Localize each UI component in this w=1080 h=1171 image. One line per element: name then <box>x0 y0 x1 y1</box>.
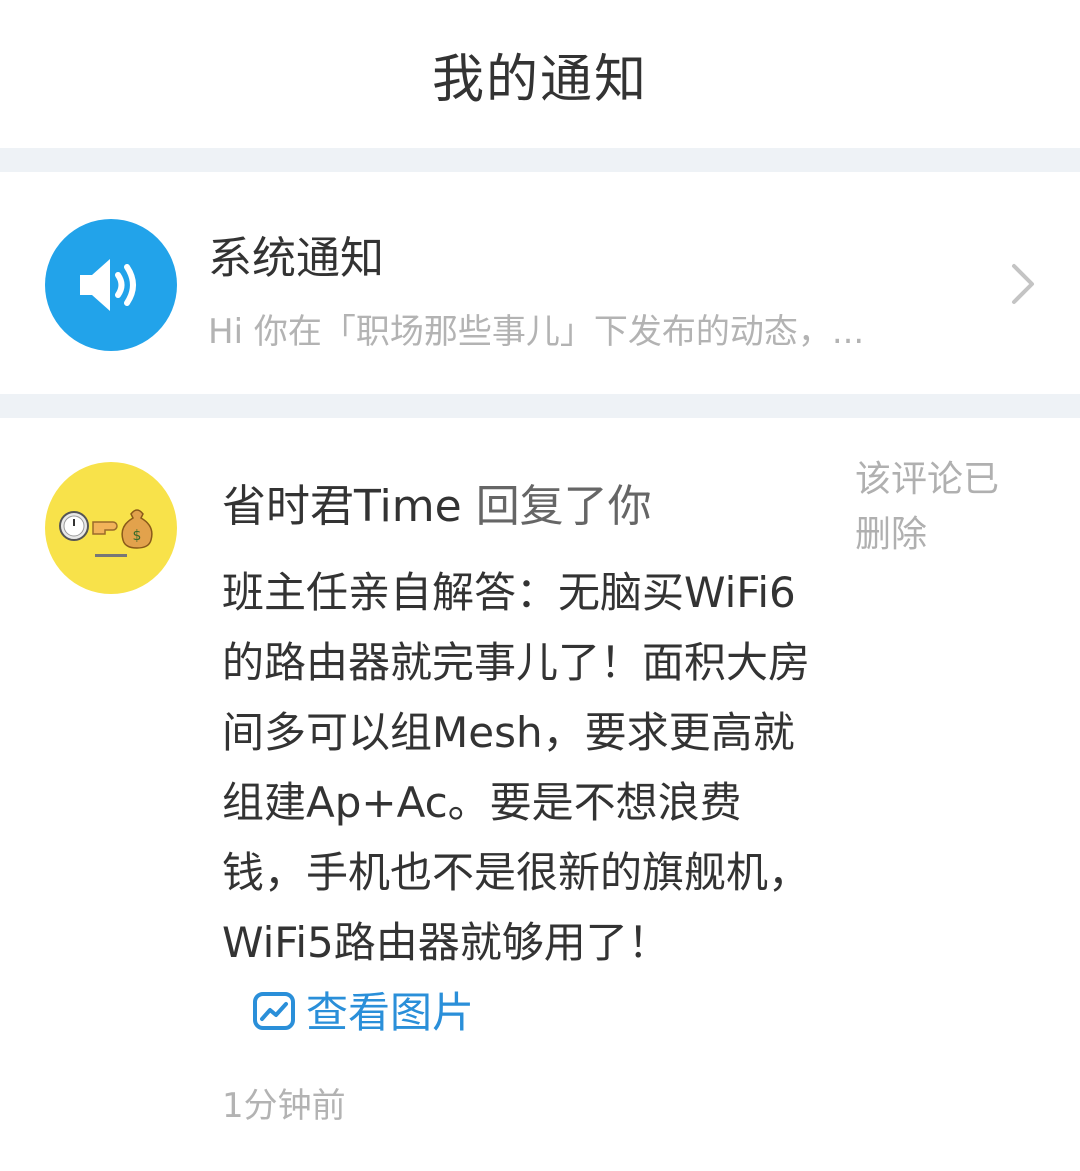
deleted-comment-note: 该评论已删除 <box>855 459 1000 555</box>
notification-item[interactable]: $ 省时君Time 回复了你 该评论已删除 班主任亲自解答：无脑买WiFi6的路由… <box>0 418 1080 1171</box>
notification-body: 班主任亲自解答：无脑买WiFi6的路由器就完事儿了！面积大房间多可以组Mesh，… <box>222 558 822 1048</box>
page-title: 我的通知 <box>431 49 648 110</box>
avatar[interactable]: $ <box>45 462 177 594</box>
system-notice-preview: Hi 你在「职场那些事儿」下发布的动态，... <box>208 312 865 352</box>
notification-header: 省时君Time 回复了你 <box>222 470 652 534</box>
svg-text:$: $ <box>133 528 142 544</box>
image-icon <box>253 992 295 1030</box>
view-image-link[interactable]: 查看图片 <box>252 988 474 1037</box>
speaker-icon <box>45 219 177 351</box>
section-divider <box>0 148 1080 172</box>
notification-text: 班主任亲自解答：无脑买WiFi6的路由器就完事儿了！面积大房间多可以组Mesh，… <box>222 568 811 967</box>
top-bar: 我的通知 <box>0 0 1080 148</box>
section-divider <box>0 394 1080 418</box>
user-name[interactable]: 省时君Time <box>222 481 462 532</box>
notification-time: 1分钟前 <box>222 1086 346 1126</box>
clock-hand-moneybag-icon: $ <box>59 509 153 557</box>
system-notice-title: 系统通知 <box>208 233 384 284</box>
notification-action: 回复了你 <box>475 481 652 532</box>
chevron-right-icon <box>1012 264 1034 304</box>
view-image-label: 查看图片 <box>306 988 475 1037</box>
system-notice-row[interactable]: 系统通知 Hi 你在「职场那些事儿」下发布的动态，... <box>0 172 1080 394</box>
